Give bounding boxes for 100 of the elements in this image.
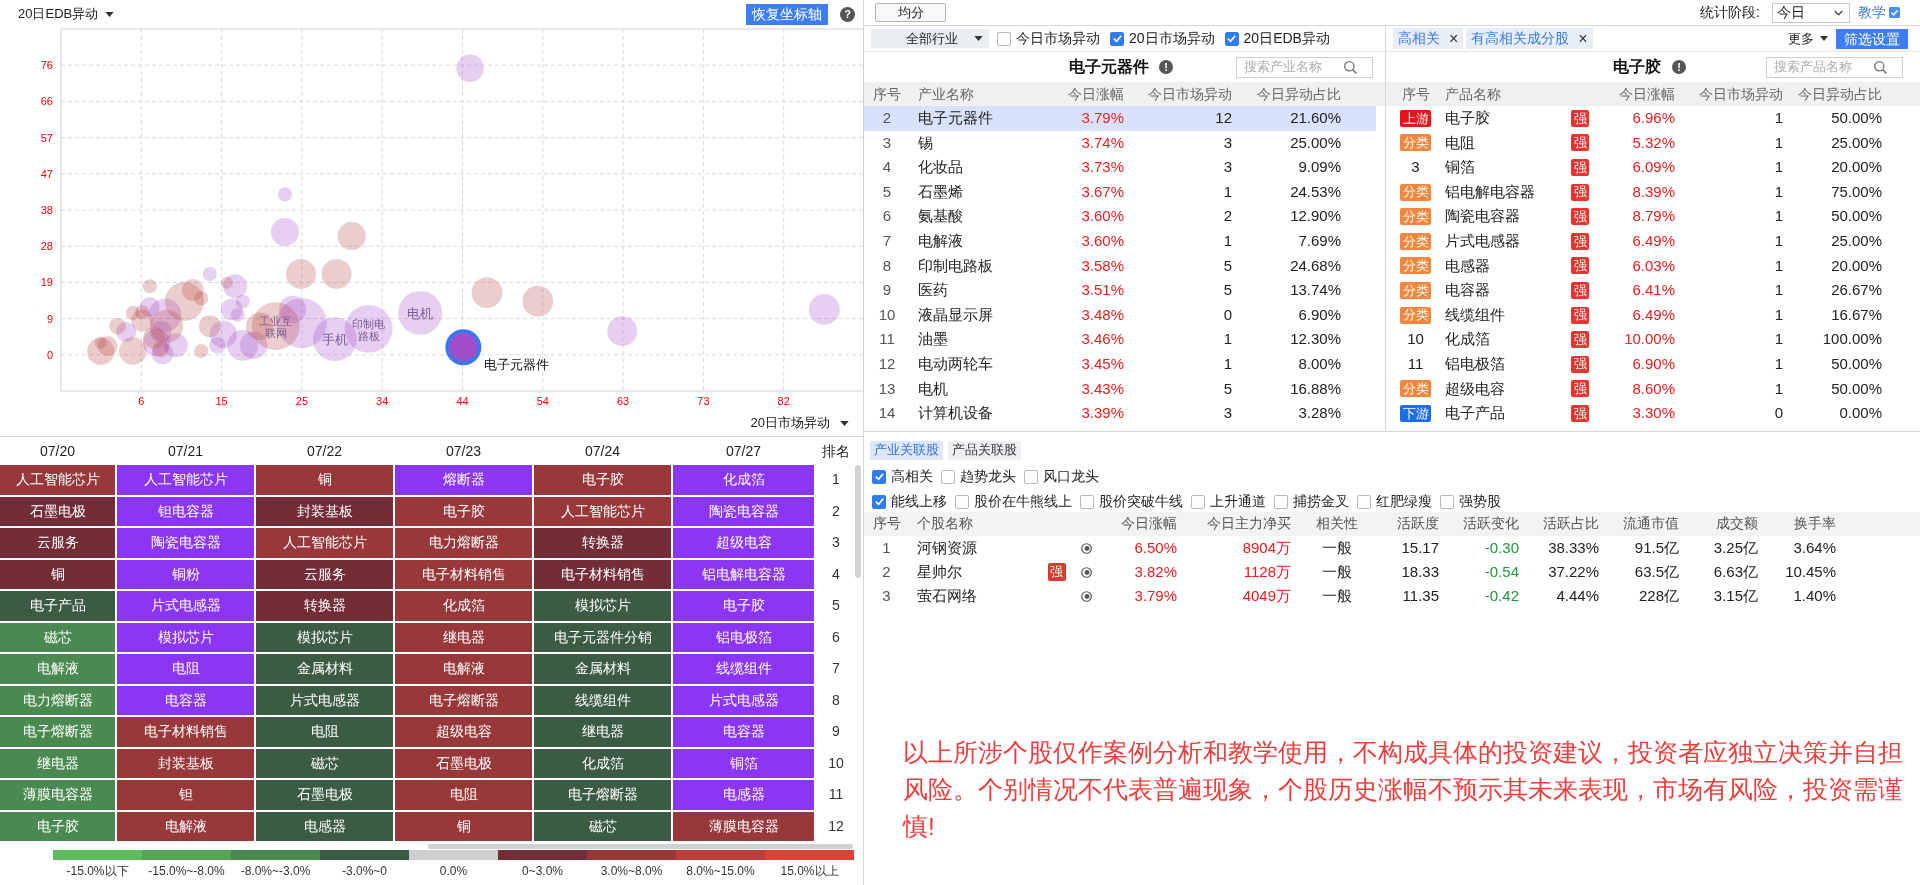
checkbox[interactable]: [1191, 494, 1205, 509]
heatmap-cell[interactable]: 人工智能芯片: [117, 465, 254, 495]
period-select[interactable]: 今日: [1772, 2, 1850, 23]
info-icon[interactable]: !: [1159, 60, 1173, 74]
heatmap-cell[interactable]: 电子熔断器: [534, 780, 671, 810]
heatmap-cell[interactable]: 人工智能芯片: [256, 528, 393, 558]
vertical-scrollbar[interactable]: [855, 465, 861, 578]
info-icon[interactable]: !: [1672, 60, 1686, 74]
heatmap-cell[interactable]: 电子材料销售: [534, 559, 671, 589]
checkbox[interactable]: [1024, 469, 1038, 484]
checkbox[interactable]: [941, 469, 955, 484]
heatmap-cell[interactable]: 磁芯: [534, 811, 671, 841]
split-button[interactable]: 均分: [875, 3, 946, 22]
heatmap-cell[interactable]: 电子材料销售: [395, 559, 532, 589]
heatmap-cell[interactable]: 陶瓷电容器: [673, 496, 814, 526]
heatmap-cell[interactable]: 电子胶: [673, 591, 814, 621]
checkbox[interactable]: [1224, 31, 1239, 46]
more-dropdown[interactable]: 更多: [1788, 28, 1828, 49]
tab[interactable]: 产品关联股: [948, 441, 1021, 460]
heatmap-cell[interactable]: 电阻: [256, 717, 393, 747]
heatmap-cell[interactable]: 铜: [0, 559, 115, 589]
target-icon[interactable]: [1081, 542, 1092, 554]
tab[interactable]: 产业关联股: [870, 441, 943, 460]
heatmap-cell[interactable]: 电子熔断器: [0, 717, 115, 747]
checkbox[interactable]: [1110, 31, 1124, 46]
target-icon[interactable]: [1081, 590, 1092, 602]
heatmap-cell[interactable]: 熔断器: [395, 465, 532, 495]
heatmap-cell[interactable]: 电容器: [673, 717, 814, 747]
heatmap-cell[interactable]: 线缆组件: [673, 654, 814, 684]
heatmap-cell[interactable]: 电解液: [0, 654, 115, 684]
check-square-icon[interactable]: [1889, 7, 1900, 18]
target-icon[interactable]: [1081, 566, 1092, 578]
heatmap-cell[interactable]: 电力熔断器: [0, 685, 115, 715]
heatmap-cell[interactable]: 铜: [395, 811, 532, 841]
checkbox[interactable]: [1080, 494, 1094, 509]
heatmap-cell[interactable]: 石墨电极: [0, 496, 115, 526]
checkbox[interactable]: [872, 494, 886, 509]
heatmap-cell[interactable]: 电力熔断器: [395, 528, 532, 558]
filter-settings-button[interactable]: 筛选设置: [1836, 28, 1908, 49]
heatmap-cell[interactable]: 电阻: [117, 654, 254, 684]
heatmap-cell[interactable]: 电感器: [256, 811, 393, 841]
close-button[interactable]: ×: [1578, 30, 1588, 47]
heatmap-cell[interactable]: 钽电容器: [117, 496, 254, 526]
heatmap-cell[interactable]: 铜: [256, 465, 393, 495]
heatmap-cell[interactable]: 电子元器件分销: [534, 622, 671, 652]
heatmap-cell[interactable]: 电容器: [117, 685, 254, 715]
heatmap-cell[interactable]: 电子产品: [0, 591, 115, 621]
heatmap-cell[interactable]: 电子胶: [395, 496, 532, 526]
heatmap-cell[interactable]: 薄膜电容器: [673, 811, 814, 841]
heatmap-cell[interactable]: 薄膜电容器: [0, 780, 115, 810]
heatmap-cell[interactable]: 石墨电极: [395, 748, 532, 778]
heatmap-cell[interactable]: 模拟芯片: [534, 591, 671, 621]
search-field[interactable]: 搜索产业名称: [1236, 56, 1373, 78]
checkbox[interactable]: [955, 494, 969, 509]
heatmap-cell[interactable]: 磁芯: [256, 748, 393, 778]
heatmap-cell[interactable]: 模拟芯片: [256, 622, 393, 652]
heatmap-cell[interactable]: 金属材料: [534, 654, 671, 684]
help-icon[interactable]: ?: [840, 6, 855, 22]
search-icon[interactable]: [1874, 60, 1887, 74]
heatmap-cell[interactable]: 模拟芯片: [117, 622, 254, 652]
heatmap-cell[interactable]: 片式电感器: [256, 685, 393, 715]
heatmap-cell[interactable]: 电感器: [673, 780, 814, 810]
heatmap-cell[interactable]: 石墨电极: [256, 780, 393, 810]
heatmap-cell[interactable]: 继电器: [534, 717, 671, 747]
heatmap-cell[interactable]: 铝电极箔: [673, 622, 814, 652]
heatmap-cell[interactable]: 铝电解电容器: [673, 559, 814, 589]
heatmap-cell[interactable]: 铜箔: [673, 748, 814, 778]
table-row[interactable]: 2 电子元器件 3.79% 12 21.60%: [864, 106, 1376, 131]
search-icon[interactable]: [1344, 60, 1357, 74]
horizontal-scrollbar[interactable]: [428, 844, 853, 849]
heatmap-cell[interactable]: 超级电容: [395, 717, 532, 747]
heatmap-cell[interactable]: 云服务: [0, 528, 115, 558]
heatmap-cell[interactable]: 封装基板: [256, 496, 393, 526]
heatmap-cell[interactable]: 超级电容: [673, 528, 814, 558]
heatmap-cell[interactable]: 电子熔断器: [395, 685, 532, 715]
heatmap-cell[interactable]: 钽: [117, 780, 254, 810]
checkbox[interactable]: [872, 469, 886, 484]
checkbox[interactable]: [1357, 494, 1371, 509]
heatmap-cell[interactable]: 转换器: [534, 528, 671, 558]
heatmap-cell[interactable]: 陶瓷电容器: [117, 528, 254, 558]
heatmap-cell[interactable]: 电阻: [395, 780, 532, 810]
heatmap-cell[interactable]: 电子材料销售: [117, 717, 254, 747]
heatmap-cell[interactable]: 电子胶: [534, 465, 671, 495]
y-axis-dropdown[interactable]: 20日EDB异动: [18, 4, 115, 24]
heatmap-cell[interactable]: 电解液: [117, 811, 254, 841]
heatmap-cell[interactable]: 继电器: [0, 748, 115, 778]
industry-select[interactable]: 全部行业: [871, 29, 989, 48]
close-button[interactable]: ×: [1449, 30, 1459, 47]
heatmap-cell[interactable]: 转换器: [256, 591, 393, 621]
heatmap-cell[interactable]: 片式电感器: [117, 591, 254, 621]
checkbox[interactable]: [1440, 494, 1454, 509]
heatmap-cell[interactable]: 片式电感器: [673, 685, 814, 715]
heatmap-cell[interactable]: 铜粉: [117, 559, 254, 589]
checkbox[interactable]: [1274, 494, 1288, 509]
heatmap-cell[interactable]: 继电器: [395, 622, 532, 652]
heatmap-cell[interactable]: 人工智能芯片: [534, 496, 671, 526]
heatmap-cell[interactable]: 化成箔: [395, 591, 532, 621]
heatmap-cell[interactable]: 化成箔: [673, 465, 814, 495]
heatmap-cell[interactable]: 电子胶: [0, 811, 115, 841]
heatmap-cell[interactable]: 封装基板: [117, 748, 254, 778]
